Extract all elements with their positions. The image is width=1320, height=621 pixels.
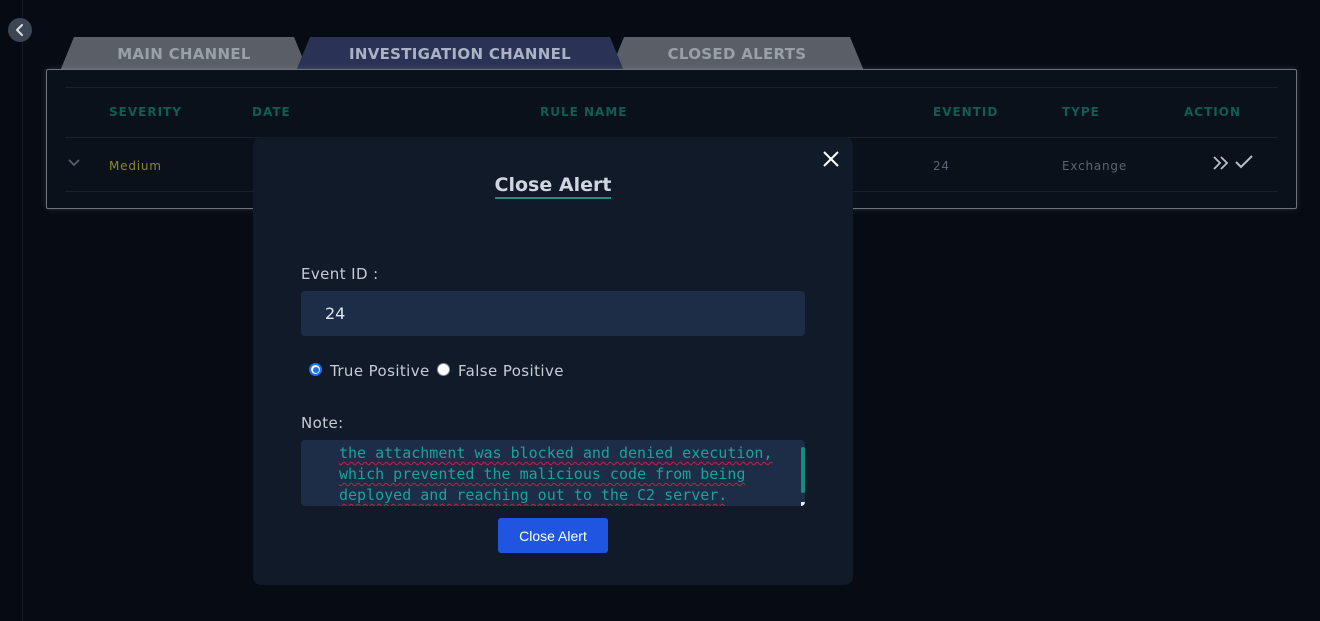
table-divider (65, 87, 1278, 88)
event-id-value: 24 (325, 304, 346, 323)
back-button[interactable] (8, 18, 32, 42)
true-positive-label[interactable]: True Positive (330, 362, 430, 380)
tab-closed-alerts[interactable]: CLOSED ALERTS (610, 37, 864, 71)
event-id-label: Event ID : (301, 265, 379, 283)
column-header-type[interactable]: TYPE (1062, 105, 1100, 119)
note-resize-handle[interactable] (801, 502, 805, 506)
note-textarea[interactable]: the attachment was blocked and denied ex… (301, 440, 805, 506)
column-header-date[interactable]: DATE (252, 105, 291, 119)
tab-investigation-channel-label: INVESTIGATION CHANNEL (348, 45, 572, 63)
type-cell: Exchange (1062, 159, 1128, 173)
tab-main-channel-label: MAIN CHANNEL (117, 45, 251, 63)
modal-title: Close Alert (253, 174, 853, 199)
true-positive-radio[interactable] (309, 363, 322, 376)
close-icon[interactable] (821, 149, 841, 169)
false-positive-label[interactable]: False Positive (458, 362, 564, 380)
left-rail (0, 0, 23, 621)
note-label: Note: (301, 414, 344, 432)
column-header-eventid[interactable]: EVENTID (933, 105, 998, 119)
tab-investigation-channel[interactable]: INVESTIGATION CHANNEL (296, 37, 624, 71)
severity-cell: Medium (109, 159, 162, 173)
column-header-rule-name[interactable]: RULE NAME (540, 105, 627, 119)
note-text: the attachment was blocked and denied ex… (339, 444, 773, 504)
tab-closed-alerts-label: CLOSED ALERTS (667, 45, 807, 63)
check-icon[interactable] (1234, 154, 1254, 170)
double-chevron-right-icon[interactable] (1211, 155, 1229, 171)
column-header-severity[interactable]: SEVERITY (109, 105, 182, 119)
tab-main-channel[interactable]: MAIN CHANNEL (60, 37, 308, 71)
event-id-field[interactable]: 24 (301, 291, 805, 336)
eventid-cell: 24 (933, 159, 950, 173)
chevron-down-icon[interactable] (67, 158, 81, 168)
close-alert-button[interactable]: Close Alert (498, 518, 608, 553)
close-alert-modal: Close Alert Event ID : 24 True Positive … (253, 137, 853, 585)
chevron-left-icon (16, 24, 23, 36)
column-header-action: ACTION (1184, 105, 1241, 119)
modal-title-text: Close Alert (494, 174, 612, 199)
false-positive-radio[interactable] (437, 363, 450, 376)
note-scrollbar[interactable] (801, 447, 805, 493)
